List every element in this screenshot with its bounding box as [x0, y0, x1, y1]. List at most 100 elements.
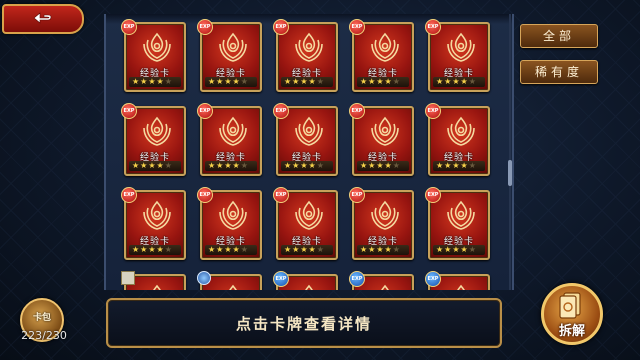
flame-emblem-icon: [444, 198, 478, 232]
star-rating: ★ ★ ★ ★ ★: [281, 245, 333, 255]
star-icon: ★: [164, 245, 172, 254]
star-icon: ★: [368, 77, 376, 86]
star-icon: ★: [460, 245, 468, 254]
star-icon: ★: [308, 77, 316, 86]
gem-badge-icon: [197, 271, 211, 285]
star-icon: ★: [468, 245, 476, 254]
filter-rarity-button[interactable]: 稀有度: [520, 60, 598, 84]
star-icon: ★: [360, 77, 368, 86]
star-rating: ★ ★ ★ ★ ★: [357, 161, 409, 171]
card-item[interactable]: [121, 271, 186, 290]
exp-badge: EXP: [349, 271, 365, 287]
card-item[interactable]: EXP: [425, 271, 490, 290]
star-icon: ★: [376, 161, 384, 170]
star-icon: ★: [376, 77, 384, 86]
star-icon: ★: [300, 77, 308, 86]
exp-badge: EXP: [349, 103, 365, 119]
exp-badge: EXP: [273, 103, 289, 119]
card-item[interactable]: EXP 经验卡 ★ ★ ★ ★ ★: [121, 187, 186, 260]
flame-emblem-icon: [368, 114, 402, 148]
exp-badge: EXP: [273, 271, 289, 287]
star-rating: ★ ★ ★ ★ ★: [357, 77, 409, 87]
star-icon: ★: [436, 77, 444, 86]
star-icon: ★: [156, 77, 164, 86]
star-icon: ★: [140, 245, 148, 254]
card-item[interactable]: EXP 经验卡 ★ ★ ★ ★ ★: [349, 103, 414, 176]
star-rating: ★ ★ ★ ★ ★: [433, 245, 485, 255]
dismantle-button[interactable]: 拆解: [541, 283, 603, 345]
flame-emblem-icon: [444, 114, 478, 148]
card-item[interactable]: EXP 经验卡 ★ ★ ★ ★ ★: [425, 19, 490, 92]
star-icon: ★: [444, 77, 452, 86]
star-icon: ★: [148, 245, 156, 254]
card-item[interactable]: EXP 经验卡 ★ ★ ★ ★ ★: [197, 103, 262, 176]
card-item[interactable]: EXP 经验卡 ★ ★ ★ ★ ★: [349, 19, 414, 92]
card-item[interactable]: EXP 经验卡 ★ ★ ★ ★ ★: [425, 103, 490, 176]
card-bag-label: 卡包: [32, 313, 51, 323]
exp-badge: EXP: [349, 19, 365, 35]
card-item[interactable]: EXP 经验卡 ★ ★ ★ ★ ★: [197, 187, 262, 260]
star-icon: ★: [316, 245, 324, 254]
star-icon: ★: [208, 77, 216, 86]
back-button[interactable]: [2, 4, 84, 34]
card-item[interactable]: EXP: [349, 271, 414, 290]
star-icon: ★: [384, 77, 392, 86]
card-item[interactable]: EXP 经验卡 ★ ★ ★ ★ ★: [197, 19, 262, 92]
card-item[interactable]: EXP 经验卡 ★ ★ ★ ★ ★: [349, 187, 414, 260]
filter-all-button[interactable]: 全部: [520, 24, 598, 48]
star-icon: ★: [232, 161, 240, 170]
card-item[interactable]: [197, 271, 262, 290]
star-rating: ★ ★ ★ ★ ★: [281, 77, 333, 87]
flame-emblem-icon: [292, 282, 326, 290]
card-item[interactable]: EXP 经验卡 ★ ★ ★ ★ ★: [121, 103, 186, 176]
star-rating: ★ ★ ★ ★ ★: [281, 161, 333, 171]
card-grid[interactable]: EXP 经验卡 ★ ★ ★ ★ ★ EXP 经验卡 ★ ★ ★ ★ ★ EXP 经验卡 ★ ★ ★ ★ ★ EXP 经验卡 ★…: [104, 14, 514, 290]
star-icon: ★: [140, 77, 148, 86]
star-icon: ★: [316, 161, 324, 170]
star-icon: ★: [468, 77, 476, 86]
flame-emblem-icon: [368, 282, 402, 290]
card-item[interactable]: EXP 经验卡 ★ ★ ★ ★ ★: [425, 187, 490, 260]
card-item[interactable]: EXP 经验卡 ★ ★ ★ ★ ★: [121, 19, 186, 92]
star-icon: ★: [360, 161, 368, 170]
hint-bar: 点击卡牌查看详情: [106, 298, 502, 348]
star-icon: ★: [452, 245, 460, 254]
card-item[interactable]: EXP 经验卡 ★ ★ ★ ★ ★: [273, 103, 338, 176]
exp-badge: EXP: [121, 187, 137, 203]
star-rating: ★ ★ ★ ★ ★: [433, 161, 485, 171]
star-icon: ★: [284, 245, 292, 254]
star-icon: ★: [360, 245, 368, 254]
star-rating: ★ ★ ★ ★ ★: [129, 245, 181, 255]
card-bag-count: 223/230: [21, 329, 67, 342]
exp-badge: EXP: [273, 19, 289, 35]
star-icon: ★: [140, 161, 148, 170]
flame-emblem-icon: [444, 282, 478, 290]
card-item[interactable]: EXP 经验卡 ★ ★ ★ ★ ★: [273, 19, 338, 92]
star-icon: ★: [224, 77, 232, 86]
star-icon: ★: [436, 161, 444, 170]
star-rating: ★ ★ ★ ★ ★: [129, 161, 181, 171]
flame-emblem-icon: [216, 198, 250, 232]
star-icon: ★: [300, 161, 308, 170]
star-icon: ★: [216, 161, 224, 170]
card-bag[interactable]: 卡包 223/230: [14, 296, 68, 350]
flame-emblem-icon: [140, 282, 174, 290]
flame-emblem-icon: [216, 282, 250, 290]
scrollbar-track[interactable]: [509, 14, 511, 290]
card-item[interactable]: EXP 经验卡 ★ ★ ★ ★ ★: [273, 187, 338, 260]
exp-badge: EXP: [121, 19, 137, 35]
star-icon: ★: [156, 161, 164, 170]
star-rating: ★ ★ ★ ★ ★: [433, 77, 485, 87]
star-icon: ★: [292, 161, 300, 170]
star-icon: ★: [368, 161, 376, 170]
exp-badge: EXP: [425, 271, 441, 287]
card-item[interactable]: EXP: [273, 271, 338, 290]
scroll-badge-icon: [121, 271, 135, 285]
star-icon: ★: [164, 161, 172, 170]
star-icon: ★: [240, 161, 248, 170]
scrollbar-thumb[interactable]: [508, 160, 512, 186]
star-icon: ★: [224, 245, 232, 254]
exp-badge: EXP: [425, 187, 441, 203]
star-rating: ★ ★ ★ ★ ★: [205, 77, 257, 87]
star-icon: ★: [384, 161, 392, 170]
